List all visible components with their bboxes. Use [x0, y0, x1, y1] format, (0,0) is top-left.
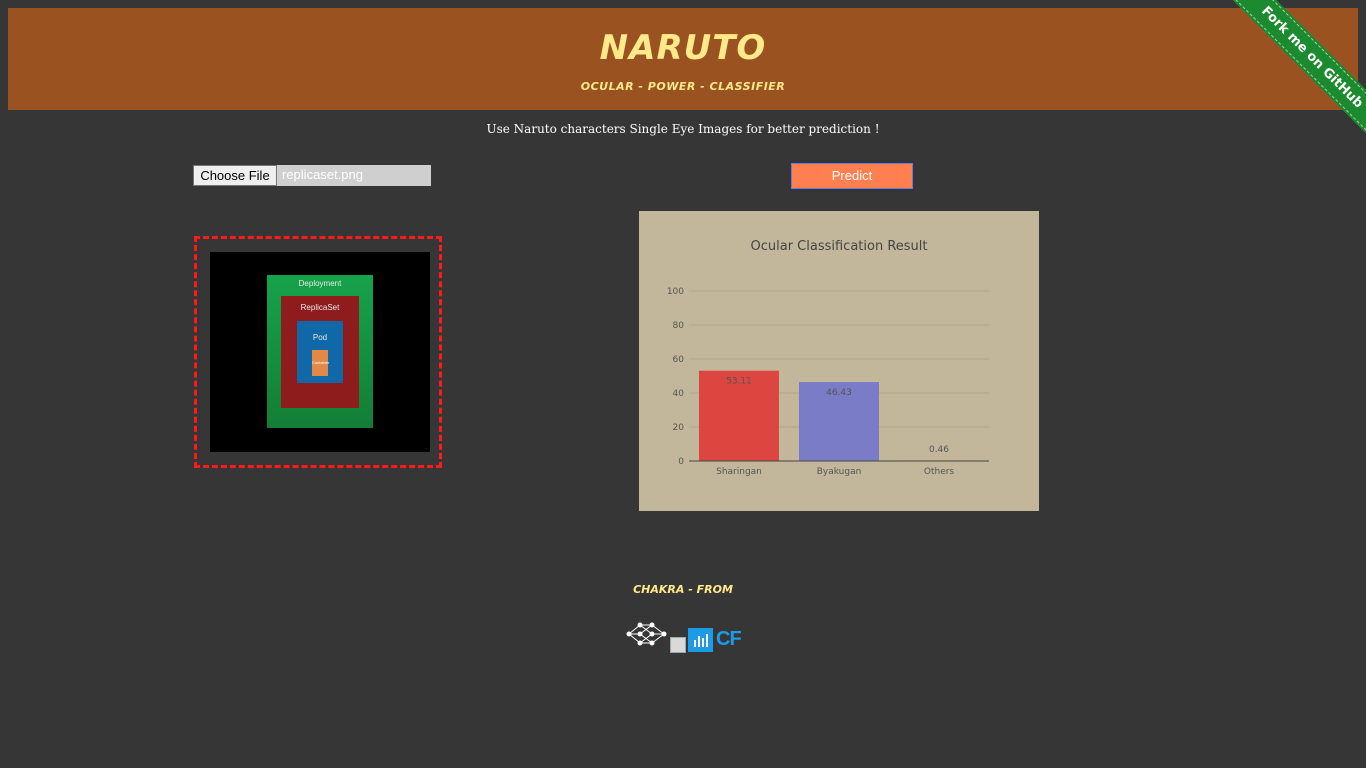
- cf-logo-icon: CF: [716, 628, 742, 650]
- github-ribbon[interactable]: Fork me on GitHub: [1226, 0, 1366, 140]
- preview-container-label: Container: [312, 360, 330, 365]
- preview-container-box: Container: [312, 350, 330, 376]
- chart-title: Ocular Classification Result: [751, 239, 928, 254]
- bar-value-label: 46.43: [826, 388, 852, 398]
- preview-replicaset-label: ReplicaSet: [300, 303, 340, 312]
- y-tick-label: 20: [673, 423, 685, 433]
- predict-button[interactable]: Predict: [791, 163, 913, 189]
- page-title: Naruto: [599, 28, 767, 68]
- chakra-from-label: Chakra - From: [633, 583, 733, 596]
- file-input[interactable]: Choose File replicaset.png: [193, 165, 431, 186]
- result-chart: Ocular Classification Result 0 20 40 60 80 100…: [667, 239, 989, 477]
- selected-file-name: replicaset.png: [282, 167, 363, 182]
- header: Naruto Ocular - Power - Classifier: [8, 8, 1358, 110]
- preview-pod-label: Pod: [312, 333, 328, 342]
- instructions-text: Use Naruto characters Single Eye Images …: [486, 122, 880, 136]
- x-tick-label: Sharingan: [716, 467, 762, 477]
- y-tick-label: 0: [678, 457, 684, 467]
- bar-value-label: 0.46: [929, 445, 949, 455]
- y-tick-label: 100: [667, 287, 684, 297]
- y-tick-label: 80: [673, 321, 685, 331]
- image-preview-frame: Deployment ReplicaSet Pod Container ..: [194, 236, 442, 468]
- preview-deployment-label: Deployment: [298, 279, 342, 288]
- footer-logos: CF: [626, 620, 746, 656]
- uploaded-image: Deployment ReplicaSet Pod Container ..: [210, 252, 430, 452]
- x-tick-label: Byakugan: [817, 467, 862, 477]
- preview-watermark: ..: [424, 445, 427, 450]
- preview-replicaset-box: ReplicaSet Pod Container: [281, 296, 359, 408]
- page: Naruto Ocular - Power - Classifier Fork …: [0, 0, 1366, 768]
- broken-image-icon: [670, 637, 686, 653]
- github-ribbon-label[interactable]: Fork me on GitHub: [1231, 0, 1366, 138]
- page-subtitle: Ocular - Power - Classifier: [580, 80, 786, 93]
- result-chart-panel: Ocular Classification Result 0 20 40 60 80 100…: [639, 211, 1039, 511]
- y-tick-label: 40: [673, 389, 685, 399]
- choose-file-button[interactable]: Choose File: [193, 165, 277, 186]
- y-tick-label: 60: [673, 355, 685, 365]
- x-tick-label: Others: [924, 467, 955, 477]
- neural-network-icon: [626, 622, 667, 646]
- preview-deployment-box: Deployment ReplicaSet Pod Container: [267, 275, 373, 428]
- bar-value-label: 53.11: [726, 377, 752, 387]
- preview-pod-box: Pod Container: [297, 321, 343, 383]
- analytics-bars-icon: [688, 628, 713, 652]
